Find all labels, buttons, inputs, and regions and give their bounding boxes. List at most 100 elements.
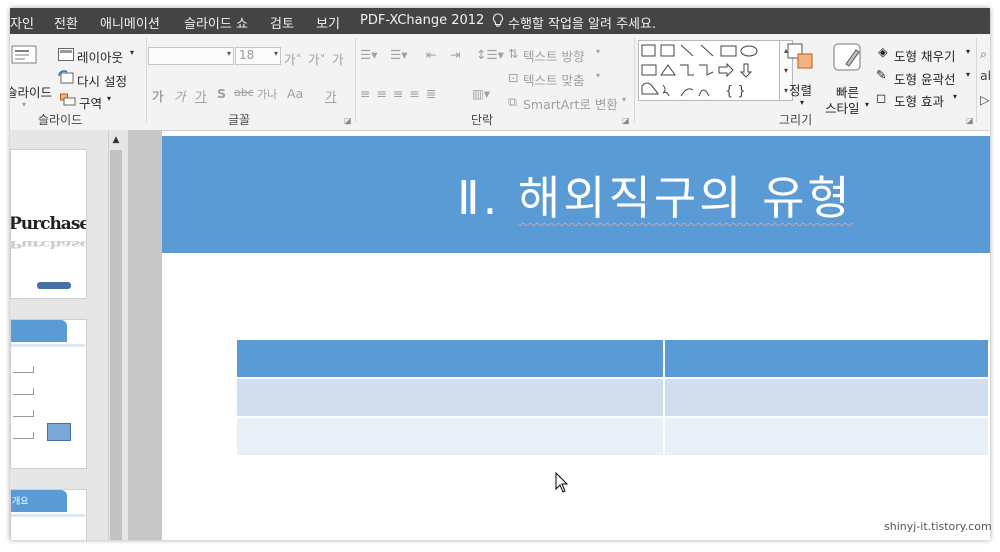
table-cell[interactable] — [663, 377, 990, 418]
layout-icon — [58, 48, 74, 64]
reset-icon — [58, 70, 74, 87]
slide-title[interactable]: Ⅱ. 해외직구의 유형 — [457, 162, 853, 228]
underline-button[interactable]: 가 — [195, 86, 207, 105]
shapes-gallery[interactable]: { } — [638, 40, 780, 101]
scrollbar-thumb[interactable] — [110, 150, 122, 540]
svg-text:{ }: { } — [725, 84, 746, 99]
lightbulb-icon — [492, 13, 504, 32]
convert-smartart-button[interactable]: SmartArt로 변환 — [523, 94, 618, 113]
slide-canvas[interactable]: Ⅱ. 해외직구의 유형 — [162, 136, 990, 540]
table-row — [234, 416, 990, 457]
smartart-icon: ⧉ — [508, 94, 517, 109]
new-slide-icon[interactable] — [10, 42, 38, 66]
table-cell[interactable] — [663, 416, 990, 457]
table-cell[interactable] — [234, 338, 666, 379]
slide-thumbnail-2[interactable] — [10, 319, 87, 469]
chevron-down-icon: ▾ — [596, 71, 601, 80]
thumbnail-bracket — [13, 366, 34, 373]
chevron-down-icon: ▾ — [622, 95, 627, 104]
alignment-icons[interactable]: ≡≡≡≡≣ — [360, 86, 442, 101]
italic-button[interactable]: 가 — [174, 86, 186, 105]
char-spacing-button[interactable]: 가나 — [257, 86, 277, 102]
mouse-cursor-icon — [555, 471, 569, 498]
text-direction-button[interactable]: 텍스트 방향 — [523, 46, 584, 65]
slide-thumbnail-1[interactable]: Purchase Purchase — [10, 149, 87, 299]
font-size-value: 18 — [239, 48, 255, 62]
thumbnail-bracket — [13, 388, 34, 395]
group-label-paragraph: 단락 — [471, 113, 494, 127]
font-dialog-launcher-icon[interactable]: ◪ — [344, 116, 352, 125]
decrease-indent-icon[interactable]: ⇤ — [426, 47, 436, 62]
tell-me-input[interactable]: 수행할 작업을 알려 주세요. — [508, 13, 656, 32]
scroll-up-icon[interactable]: ▲ — [108, 132, 124, 148]
thumbnail-bracket — [13, 432, 34, 439]
font-size-combo[interactable]: 18 ▾ — [235, 47, 281, 65]
tab-review[interactable]: 검토 — [270, 13, 294, 32]
thumbnail-bracket — [13, 410, 34, 417]
shape-fill-icon: ◈ — [878, 44, 888, 59]
strikethrough-icon[interactable]: abc — [234, 86, 254, 99]
thumbnail-line — [11, 344, 85, 347]
text-direction-icon: ⇅ — [508, 46, 519, 61]
slide-thumbnail-3[interactable]: 개요 — [10, 489, 87, 540]
quick-styles-label[interactable]: 스타일 — [825, 98, 860, 117]
bold-button[interactable]: 가 — [152, 86, 164, 105]
replace-icon[interactable]: ab — [980, 68, 990, 83]
align-text-icon: ⊡ — [508, 70, 519, 85]
group-label-slides: 슬라이드 — [38, 113, 83, 127]
slide-thumbnail-panel: Purchase Purchase 개요 ▲ — [10, 130, 128, 540]
change-case-button[interactable]: Aa — [287, 86, 303, 101]
arrange-button[interactable]: 정렬 — [789, 80, 812, 99]
thumbnail-reflection: Purchase — [10, 238, 87, 250]
select-icon[interactable]: ▷ — [980, 92, 990, 107]
chevron-down-icon: ▾ — [953, 92, 958, 101]
shrink-font-button[interactable]: 가˅ — [308, 49, 326, 68]
tab-design[interactable]: 자인 — [10, 13, 34, 32]
font-color-button[interactable]: 가 — [325, 86, 337, 105]
columns-icon[interactable]: ▥▾ — [472, 86, 490, 101]
powerpoint-window: 자인 전환 애니메이션 슬라이드 쇼 검토 보기 PDF-XChange 201… — [10, 8, 990, 540]
editor-background — [128, 130, 162, 540]
shadow-button[interactable]: S — [217, 86, 226, 101]
thumbnail-title: Purchase — [10, 214, 87, 234]
line-spacing-icon[interactable]: ↕☰▾ — [476, 47, 504, 62]
bullets-icon[interactable]: ☰▾ — [360, 47, 377, 62]
divider — [634, 38, 635, 122]
font-name-combo[interactable]: ▾ — [148, 47, 234, 65]
numbering-icon[interactable]: ☰▾ — [390, 47, 407, 62]
tab-pdf-xchange[interactable]: PDF-XChange 2012 — [360, 13, 484, 28]
reset-button[interactable]: 다시 설정 — [77, 71, 127, 90]
shape-fill-button[interactable]: 도형 채우기 — [894, 46, 955, 65]
chevron-down-icon: ▾ — [966, 47, 971, 56]
clear-formatting-button[interactable]: 가 — [332, 49, 344, 68]
align-text-button[interactable]: 텍스트 맞춤 — [523, 70, 584, 89]
tab-slideshow[interactable]: 슬라이드 쇼 — [184, 13, 248, 32]
watermark: shinyj-it.tistory.com — [884, 520, 992, 533]
increase-indent-icon[interactable]: ⇥ — [450, 47, 460, 62]
ribbon: 슬라이드 ▾ 레이아웃 ▾ 다시 설정 구역 ▾ 슬라이드 ▾ 18 ▾ 가˄ 가… — [10, 34, 990, 131]
tab-transitions[interactable]: 전환 — [54, 13, 78, 32]
slide-table[interactable] — [234, 338, 990, 457]
paragraph-dialog-launcher-icon[interactable]: ◪ — [622, 116, 630, 125]
new-slide-button[interactable]: 슬라이드 — [10, 82, 52, 101]
table-header-row — [234, 338, 990, 379]
tab-view[interactable]: 보기 — [316, 13, 340, 32]
shape-outline-button[interactable]: 도형 윤곽선 — [894, 69, 955, 88]
thumbnail-header-bar — [11, 320, 67, 342]
layout-button[interactable]: 레이아웃 — [77, 47, 123, 66]
thumbnail-title: 개요 — [12, 497, 29, 507]
find-icon[interactable]: ⌕ — [980, 46, 987, 62]
chevron-down-icon: ▾ — [130, 48, 135, 57]
chevron-down-icon: ▾ — [800, 98, 805, 107]
table-cell[interactable] — [234, 377, 666, 418]
section-button[interactable]: 구역 — [79, 93, 102, 112]
tab-animations[interactable]: 애니메이션 — [100, 13, 160, 32]
table-cell[interactable] — [663, 338, 990, 379]
divider — [355, 38, 356, 122]
shape-effects-button[interactable]: 도형 효과 — [894, 91, 944, 110]
thumbnail-image — [47, 423, 71, 441]
drawing-dialog-launcher-icon[interactable]: ◪ — [966, 116, 974, 125]
grow-font-button[interactable]: 가˄ — [284, 49, 302, 68]
table-row — [234, 377, 990, 418]
table-cell[interactable] — [234, 416, 666, 457]
